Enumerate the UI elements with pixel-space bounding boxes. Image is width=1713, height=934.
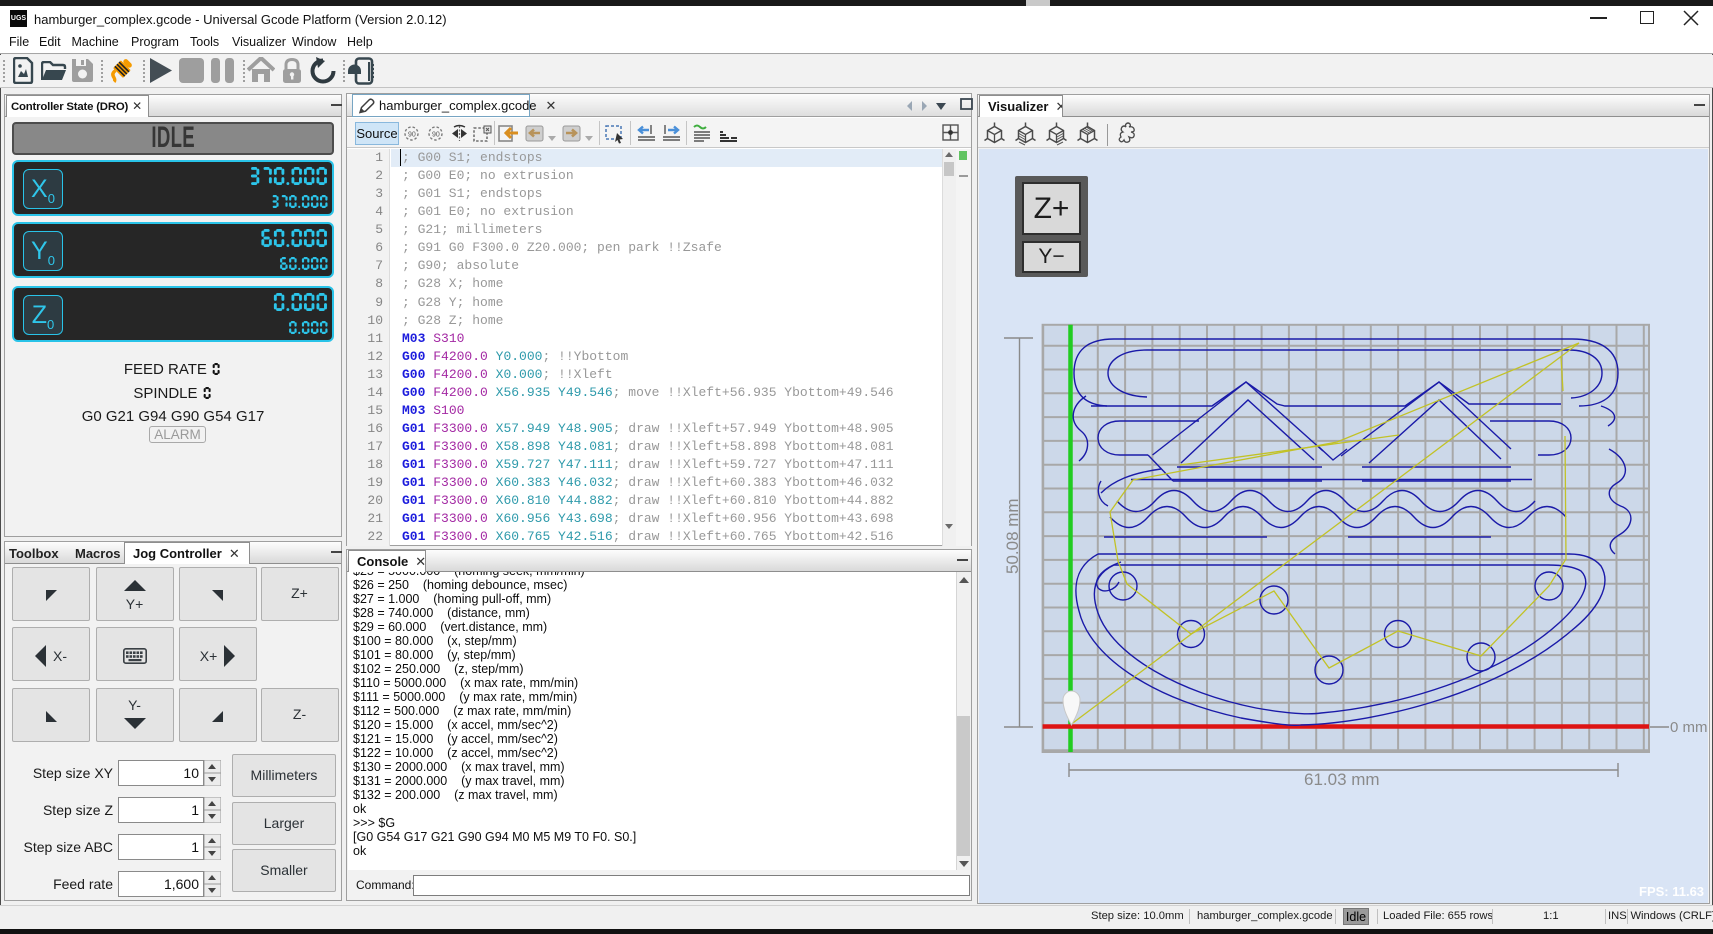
svg-text:90: 90 [408,132,416,139]
svg-text:50.08 mm: 50.08 mm [1003,498,1022,574]
svg-text:90: 90 [432,132,440,139]
svg-text:0 mm: 0 mm [1670,719,1708,736]
svg-text:61.03 mm: 61.03 mm [1304,770,1380,789]
